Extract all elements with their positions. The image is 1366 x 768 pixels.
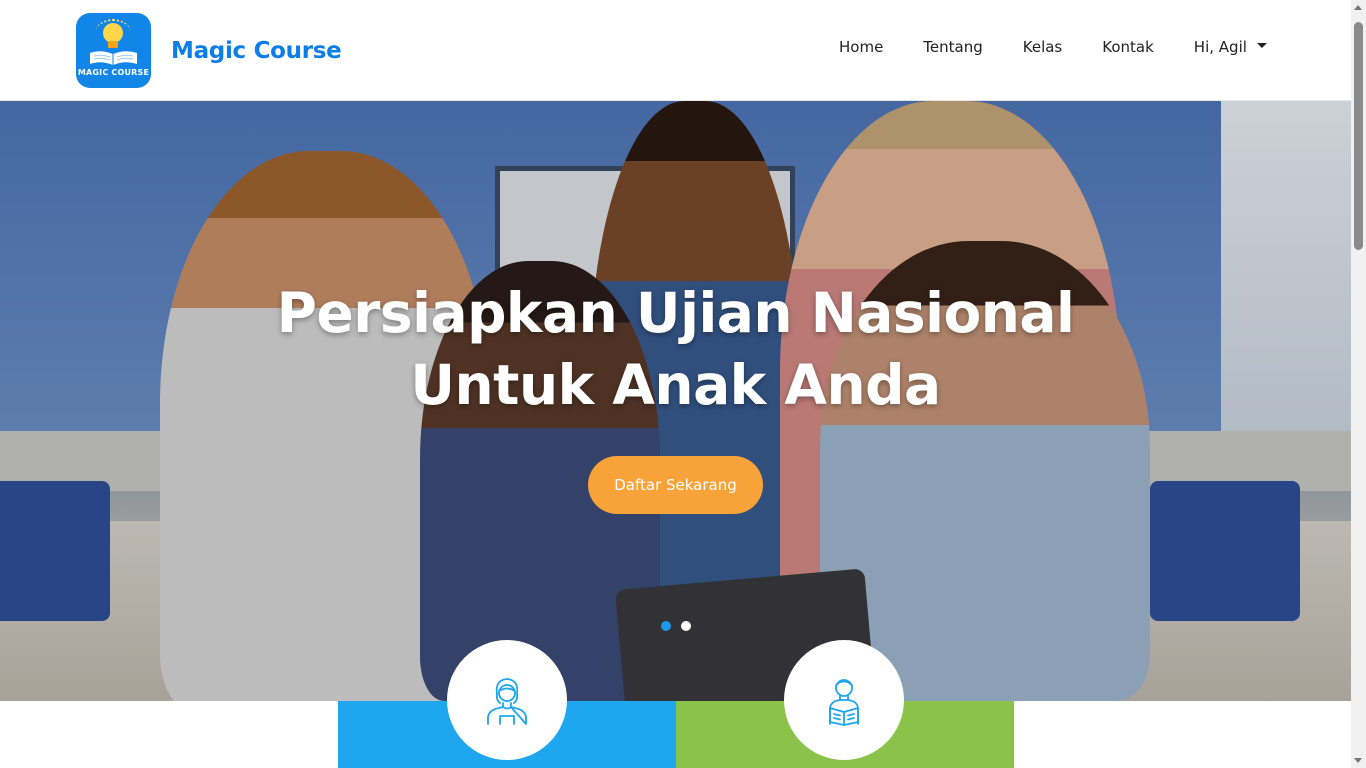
scroll-up-arrow-icon[interactable] — [1354, 5, 1362, 10]
scrollbar-thumb[interactable] — [1354, 22, 1363, 250]
feature-icon-circle-teacher — [447, 640, 567, 760]
book-icon — [88, 49, 139, 67]
nav-home[interactable]: Home — [839, 38, 883, 56]
carousel-dot-2[interactable] — [681, 621, 691, 631]
user-greeting: Hi, Agil — [1193, 38, 1247, 56]
carousel-indicators — [661, 621, 701, 631]
brand-name: Magic Course — [171, 37, 342, 64]
nav-tentang[interactable]: Tentang — [923, 38, 982, 56]
navbar: MAGIC COURSE Magic Course Home Tentang K… — [0, 0, 1351, 101]
hero-title-line1: Persiapkan Ujian Nasional — [276, 281, 1075, 345]
nav-kelas[interactable]: Kelas — [1023, 38, 1063, 56]
carousel-dot-1[interactable] — [661, 621, 671, 631]
user-menu-dropdown[interactable]: Hi, Agil — [1194, 38, 1267, 56]
female-teacher-icon — [487, 678, 527, 725]
daftar-sekarang-button[interactable]: Daftar Sekarang — [588, 456, 763, 514]
logo-text: MAGIC COURSE — [77, 68, 150, 77]
hero-title-line2: Untuk Anak Anda — [410, 353, 941, 417]
brand-link[interactable]: MAGIC COURSE Magic Course — [76, 13, 342, 88]
lightbulb-icon — [103, 23, 123, 43]
hero-carousel: Persiapkan Ujian Nasional Untuk Anak And… — [0, 101, 1351, 701]
feature-icon-circle-student — [784, 640, 904, 760]
student-reading-icon — [829, 679, 859, 726]
main-nav: Home Tentang Kelas Kontak Hi, Agil — [839, 38, 1267, 56]
hero-title: Persiapkan Ujian Nasional Untuk Anak And… — [0, 277, 1351, 421]
page-scrollbar[interactable] — [1351, 0, 1366, 768]
brand-logo: MAGIC COURSE — [76, 13, 151, 88]
scroll-down-arrow-icon[interactable] — [1354, 758, 1362, 763]
caret-down-icon — [1256, 42, 1267, 48]
nav-kontak[interactable]: Kontak — [1102, 38, 1154, 56]
